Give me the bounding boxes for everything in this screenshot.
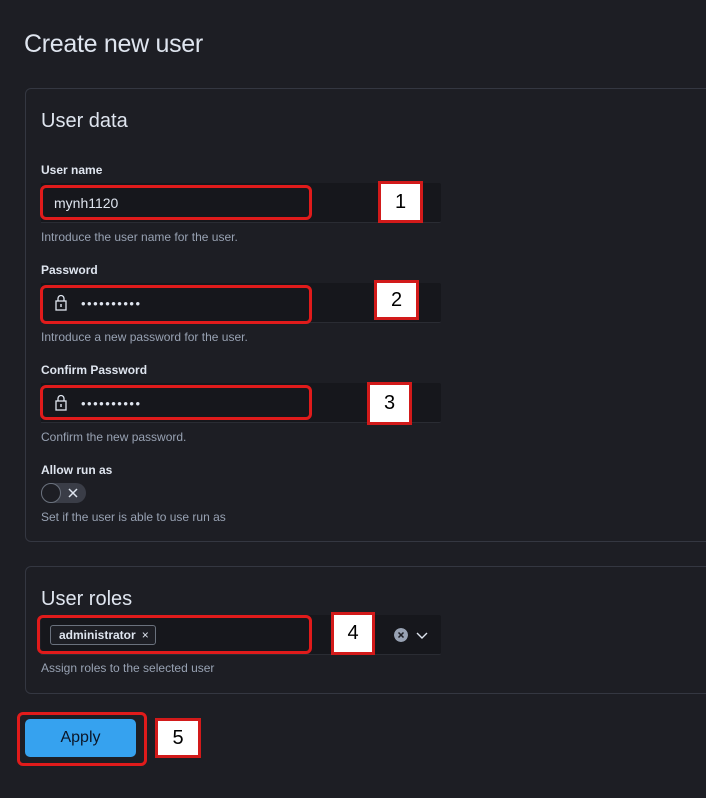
callout-5: 5 [155,718,201,758]
highlight-password [40,285,312,324]
callout-4: 4 [331,612,375,655]
password-help: Introduce a new password for the user. [41,330,248,344]
allow-run-as-help: Set if the user is able to use run as [41,510,226,524]
clear-icon[interactable] [394,628,408,642]
page-title: Create new user [24,30,203,58]
roles-help: Assign roles to the selected user [41,661,215,675]
allow-run-as-label: Allow run as [41,463,113,477]
chevron-down-icon[interactable] [415,628,429,642]
toggle-knob [41,483,61,503]
highlight-confirm-password [40,385,312,420]
confirm-password-label: Confirm Password [41,363,148,377]
user-data-title: User data [41,110,128,132]
confirm-password-help: Confirm the new password. [41,430,187,444]
user-roles-title: User roles [41,588,133,610]
highlight-roles [37,615,312,654]
highlight-apply [17,712,147,766]
callout-3: 3 [367,382,412,425]
allow-run-as-toggle[interactable] [41,483,86,503]
callout-2: 2 [374,280,419,320]
highlight-username [40,185,312,220]
toggle-cross-icon [68,488,78,498]
username-label: User name [41,163,103,177]
username-help: Introduce the user name for the user. [41,230,238,244]
callout-1: 1 [378,181,423,223]
password-label: Password [41,263,98,277]
